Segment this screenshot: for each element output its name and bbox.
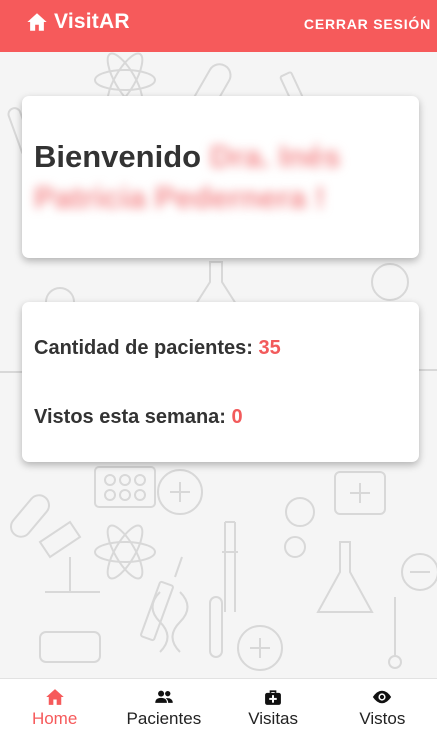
nav-label-visitas: Visitas xyxy=(248,709,298,728)
welcome-greeting: Bienvenido xyxy=(34,139,202,174)
home-icon xyxy=(45,689,64,705)
stats-card: Cantidad de pacientes: 35 Vistos esta se… xyxy=(22,302,419,462)
app-bar: VisitAR CERRAR SESIÓN xyxy=(0,0,437,52)
eye-icon xyxy=(373,690,392,704)
seen-this-week-value: 0 xyxy=(231,406,243,428)
home-icon xyxy=(27,13,47,31)
app-title: VisitAR xyxy=(54,10,130,33)
seen-this-week-row: Vistos esta semana: 0 xyxy=(34,406,243,429)
logout-button[interactable]: CERRAR SESIÓN xyxy=(304,16,431,32)
welcome-text: Bienvenido Dra. Inés Patricia Pedernera … xyxy=(34,136,394,218)
atom-doodle-icon xyxy=(94,524,156,580)
nav-label-vistos: Vistos xyxy=(359,709,406,728)
people-icon xyxy=(155,690,173,703)
nav-item-home[interactable]: Home xyxy=(0,679,109,737)
nav-label-pacientes: Pacientes xyxy=(126,709,202,728)
nav-item-pacientes[interactable]: Pacientes xyxy=(109,679,218,737)
nav-item-visitas[interactable]: Visitas xyxy=(219,679,328,737)
nav-label-home: Home xyxy=(31,709,78,728)
patients-count-label: Cantidad de pacientes: xyxy=(34,337,253,359)
bottom-navigation: Home Pacientes Visitas Vistos xyxy=(0,678,437,737)
patients-count-value: 35 xyxy=(258,337,281,359)
patients-count-row: Cantidad de pacientes: 35 xyxy=(34,337,281,360)
brand[interactable]: VisitAR xyxy=(26,10,130,34)
welcome-card: Bienvenido Dra. Inés Patricia Pedernera … xyxy=(22,96,419,258)
nav-item-vistos[interactable]: Vistos xyxy=(328,679,437,737)
seen-this-week-label: Vistos esta semana: xyxy=(34,406,226,428)
medical-bag-icon xyxy=(265,690,282,705)
